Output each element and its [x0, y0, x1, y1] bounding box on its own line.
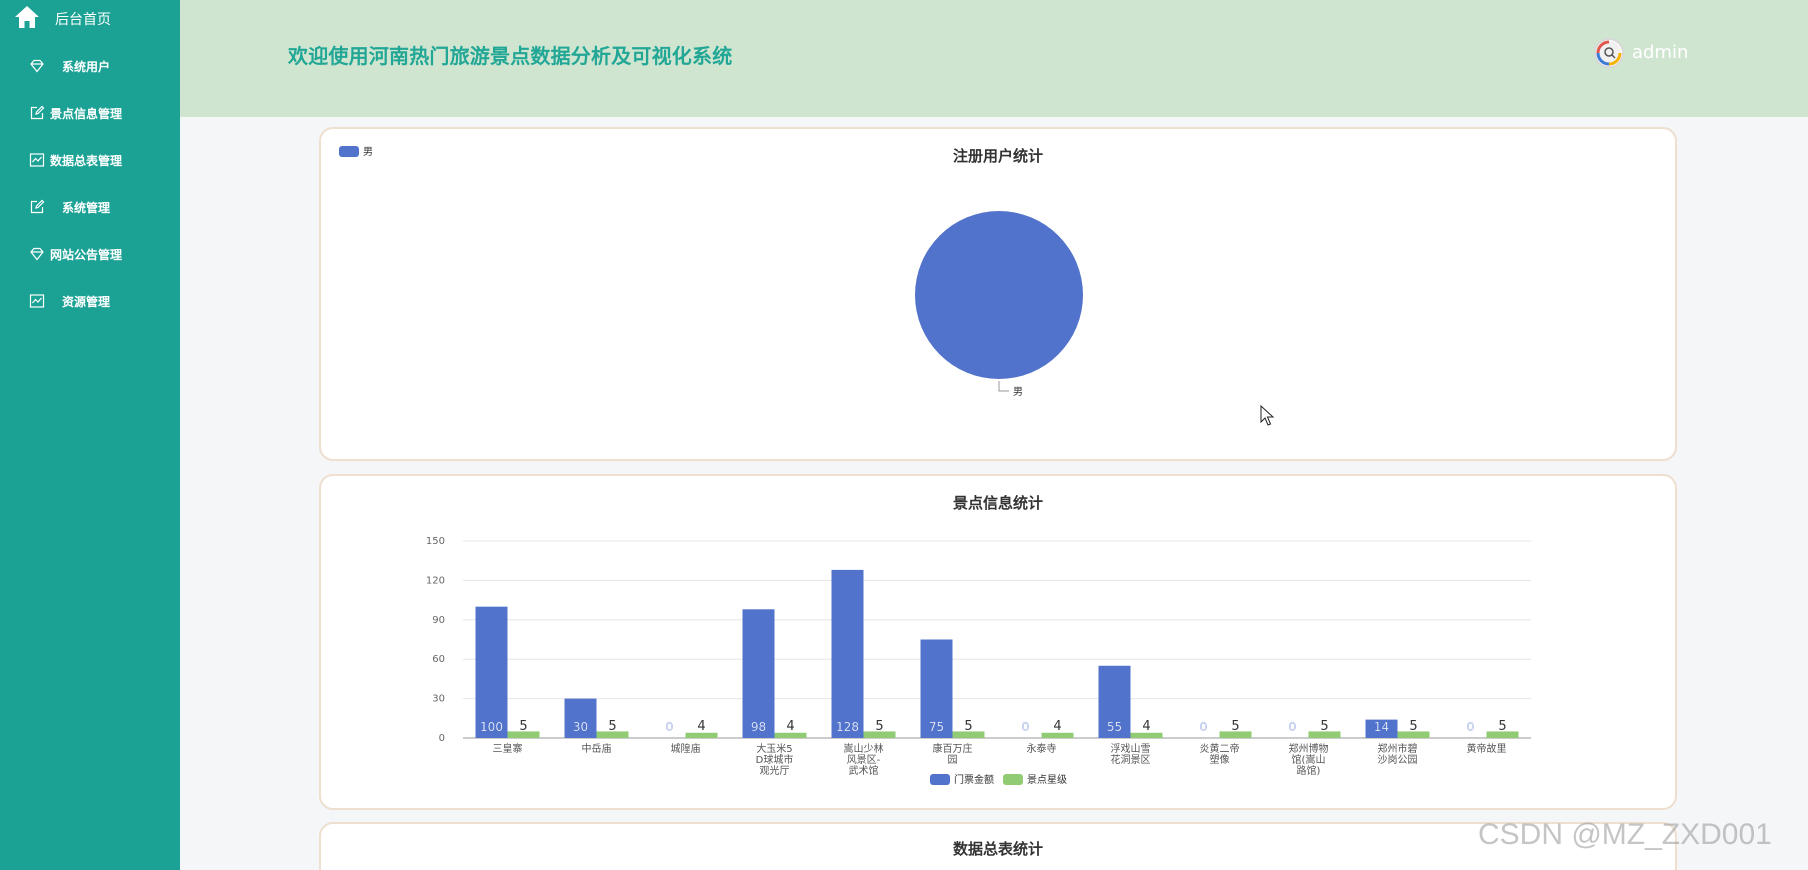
x-tick-label: 花洞景区 — [1111, 753, 1151, 766]
user-stats-chart: 男男 — [339, 146, 1083, 398]
summary-stats-panel: 数据总表统计 — [319, 822, 1677, 870]
sidebar-item-resources[interactable]: 资源管理 — [0, 280, 180, 320]
x-tick-label: 大玉米5 — [756, 742, 792, 755]
x-tick-label: 永泰寺 — [1027, 742, 1057, 755]
scenic-stats-panel: 景点信息统计 0 30 60 90 120 150 100 5 三皇寨 30 5 中岳庙 0 4 城隍庙 98… — [319, 474, 1677, 810]
y-tick-label: 60 — [432, 654, 445, 665]
sidebar-item-label: 系统管理 — [62, 201, 111, 215]
legend-swatch-ticket-price — [930, 774, 950, 785]
data-label-star-level: 5 — [964, 719, 972, 734]
scenic-stats-chart: 0 30 60 90 120 150 100 5 三皇寨 30 5 中岳庙 0 4 城隍庙 98 4 大玉米5D球… — [426, 536, 1531, 786]
sidebar-item-announcements[interactable]: 网站公告管理 — [0, 233, 180, 273]
legend-swatch-star-level — [1003, 774, 1023, 785]
x-tick-label: 三皇寨 — [493, 742, 523, 755]
chart-icon — [29, 153, 45, 167]
data-label-ticket-price: 55 — [1107, 720, 1122, 734]
x-tick-label: 路馆) — [1297, 764, 1321, 777]
data-label-star-level: 5 — [1231, 719, 1239, 734]
x-tick-label: 沙岗公园 — [1378, 754, 1418, 766]
pie-label-line — [998, 381, 1009, 392]
y-tick-label: 120 — [426, 575, 445, 586]
sidebar-item-system-users[interactable]: 系统用户 — [0, 45, 180, 85]
top-header: 欢迎使用河南热门旅游景点数据分析及可视化系统 admin — [180, 0, 1808, 117]
page-title: 欢迎使用河南热门旅游景点数据分析及可视化系统 — [288, 44, 733, 68]
y-tick-label: 90 — [432, 615, 445, 626]
bar-ticket-price — [475, 606, 508, 738]
x-tick-label: 浮戏山雪 — [1111, 743, 1151, 755]
sidebar-item-data-summary[interactable]: 数据总表管理 — [0, 139, 180, 179]
sidebar-item-label: 景点信息管理 — [50, 107, 123, 121]
sidebar-item-scenic-info[interactable]: 景点信息管理 — [0, 92, 180, 132]
x-tick-label: 观光厅 — [760, 764, 790, 777]
home-icon — [15, 6, 39, 28]
sidebar-item-label: 网站公告管理 — [50, 248, 123, 262]
x-tick-label: 嵩山少林 — [844, 742, 884, 755]
sidebar-item-label: 数据总表管理 — [50, 154, 123, 168]
y-tick-label: 30 — [432, 694, 445, 705]
data-label-star-level: 4 — [1142, 719, 1150, 734]
sidebar-item-label: 资源管理 — [62, 295, 111, 309]
diamond-icon — [30, 59, 44, 73]
sidebar-item-system-management[interactable]: 系统管理 — [0, 186, 180, 226]
x-tick-label: 馆(嵩山 — [1292, 753, 1326, 766]
legend-label-ticket-price: 门票金额 — [954, 773, 994, 786]
sidebar: 后台首页 系统用户 景点信息管理 数据总表管理 系统管理 网站公告管理 资源管理 — [0, 0, 180, 870]
x-tick-label: 武术馆 — [849, 764, 879, 777]
sidebar-home-label: 后台首页 — [55, 12, 111, 28]
chart-icon — [29, 294, 45, 308]
summary-stats-title: 数据总表统计 — [952, 840, 1043, 858]
data-label-ticket-price: 98 — [751, 720, 766, 734]
data-label-star-level: 5 — [1498, 719, 1506, 734]
data-label-star-level: 4 — [786, 719, 794, 734]
data-label-ticket-price: 0 — [1022, 720, 1030, 734]
x-tick-label: 郑州博物 — [1289, 742, 1329, 755]
mouse-cursor-icon — [1260, 405, 1274, 426]
data-label-ticket-price: 0 — [1467, 720, 1475, 734]
data-label-ticket-price: 100 — [480, 720, 503, 734]
avatar[interactable] — [1594, 38, 1624, 68]
bar-ticket-price — [742, 609, 775, 738]
diamond-icon — [30, 247, 44, 261]
data-label-star-level: 5 — [1320, 719, 1328, 734]
data-label-ticket-price: 30 — [573, 720, 588, 734]
data-label-star-level: 5 — [875, 719, 883, 734]
data-label-star-level: 5 — [608, 719, 616, 734]
x-tick-label: 康百万庄 — [933, 742, 973, 755]
x-tick-label: 炎黄二帝 — [1200, 742, 1240, 755]
data-label-star-level: 5 — [519, 719, 527, 734]
sidebar-item-label: 系统用户 — [62, 60, 111, 74]
data-label-ticket-price: 0 — [1289, 720, 1297, 734]
bar-ticket-price — [831, 569, 864, 738]
x-tick-label: 园 — [948, 754, 958, 766]
y-tick-label: 150 — [426, 536, 445, 547]
user-stats-panel: 注册用户统计 男男 — [319, 127, 1677, 461]
data-label-ticket-price: 0 — [666, 720, 674, 734]
y-tick-label: 0 — [439, 733, 445, 744]
data-label-ticket-price: 14 — [1374, 720, 1389, 734]
legend-label: 男 — [363, 146, 373, 158]
edit-icon — [30, 199, 45, 214]
data-label-star-level: 5 — [1409, 719, 1417, 734]
x-tick-label: 城隍庙 — [671, 742, 701, 755]
legend-label-star-level: 景点星级 — [1027, 774, 1067, 786]
data-label-ticket-price: 128 — [836, 720, 859, 734]
x-tick-label: 黄帝故里 — [1467, 742, 1507, 755]
x-tick-label: 中岳庙 — [582, 742, 612, 755]
data-label-star-level: 4 — [1053, 719, 1061, 734]
x-tick-label: 风景区- — [847, 754, 881, 766]
data-label-star-level: 4 — [697, 719, 705, 734]
data-label-ticket-price: 0 — [1200, 720, 1208, 734]
pie-slice — [915, 211, 1083, 379]
x-tick-label: 塑像 — [1210, 754, 1230, 766]
data-label-ticket-price: 75 — [929, 720, 944, 734]
x-tick-label: 郑州市碧 — [1378, 742, 1418, 755]
edit-icon — [30, 105, 45, 120]
pie-slice-label: 男 — [1013, 386, 1023, 398]
user-avatar-icon — [1596, 40, 1622, 66]
legend-swatch — [339, 146, 359, 157]
x-tick-label: D球城市 — [756, 753, 794, 766]
sidebar-home[interactable]: 后台首页 — [0, 0, 180, 36]
username[interactable]: admin — [1632, 42, 1688, 63]
